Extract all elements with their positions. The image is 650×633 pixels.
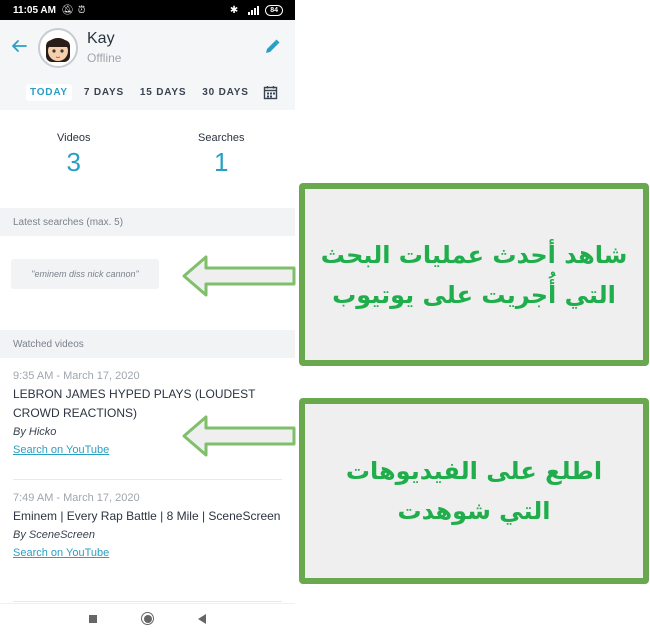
annotation-searches: شاهد أحدث عمليات البحث التي أُجريت على ي… <box>299 183 649 366</box>
battery-icon: 84 <box>265 4 283 16</box>
videos-label: Videos <box>57 132 91 144</box>
recents-square-icon[interactable] <box>89 614 97 623</box>
user-status: Offline <box>87 51 122 65</box>
tab-15-days[interactable]: 15 DAYS <box>136 84 190 101</box>
phone-screen: 11:05 AM 🔕︎ ⏰︎ ✱ 84 Kay Offline TODAY 7 … <box>0 0 295 633</box>
annotation-arrow-videos-icon <box>182 415 296 457</box>
video-time: 9:35 AM - March 17, 2020 <box>13 370 140 382</box>
mute-icon: 🔕︎ <box>60 4 74 16</box>
search-item[interactable]: "eminem diss nick cannon" <box>11 259 159 289</box>
home-circle-icon[interactable] <box>141 612 154 625</box>
alarm-icon: ⏰︎ <box>77 4 86 16</box>
watched-videos-list: 9:35 AM - March 17, 2020 LEBRON JAMES HY… <box>0 358 295 602</box>
annotation-line: اطلع على الفيديوهات <box>345 457 603 485</box>
profile-header: Kay Offline <box>0 20 295 75</box>
video-time: 7:49 AM - March 17, 2020 <box>13 492 140 504</box>
android-nav-bar <box>0 603 295 633</box>
tab-30-days[interactable]: 30 DAYS <box>198 84 252 101</box>
avatar <box>38 28 78 68</box>
video-title: Eminem | Every Rap Battle | 8 Mile | Sce… <box>13 509 281 523</box>
status-bar: 11:05 AM 🔕︎ ⏰︎ ✱ 84 <box>0 0 295 20</box>
videos-stat: Videos 3 <box>0 132 148 208</box>
searches-label: Searches <box>198 132 245 144</box>
stats-summary: Videos 3 Searches 1 <box>0 110 295 208</box>
video-author: By SceneScreen <box>13 529 95 541</box>
annotation-line: شاهد أحدث عمليات البحث <box>320 240 628 269</box>
tab-today[interactable]: TODAY <box>26 84 72 101</box>
user-name: Kay <box>87 30 115 47</box>
watched-videos-header: Watched videos <box>0 330 295 358</box>
videos-count: 3 <box>66 147 81 177</box>
bluetooth-icon: ✱ <box>229 4 239 16</box>
pencil-icon[interactable] <box>263 38 281 56</box>
status-time: 11:05 AM <box>13 4 56 16</box>
search-on-youtube-link[interactable]: Search on YouTube <box>13 544 282 562</box>
annotation-videos: اطلع على الفيديوهات التي شوهدت <box>299 398 649 584</box>
signal-icon <box>248 5 260 15</box>
tab-7-days[interactable]: 7 DAYS <box>80 84 128 101</box>
back-arrow-icon[interactable] <box>10 37 30 57</box>
date-range-tabs: TODAY 7 DAYS 15 DAYS 30 DAYS <box>0 75 295 110</box>
searches-count: 1 <box>214 147 229 177</box>
annotation-arrow-searches-icon <box>182 255 296 297</box>
annotation-line: التي أُجريت على يوتيوب <box>332 280 616 309</box>
back-triangle-icon[interactable] <box>198 613 206 624</box>
calendar-icon[interactable] <box>263 85 278 100</box>
searches-stat: Searches 1 <box>148 132 296 208</box>
video-item: 7:49 AM - March 17, 2020 Eminem | Every … <box>13 480 282 602</box>
annotation-line: التي شوهدت <box>397 497 551 525</box>
latest-searches-header: Latest searches (max. 5) <box>0 208 295 236</box>
